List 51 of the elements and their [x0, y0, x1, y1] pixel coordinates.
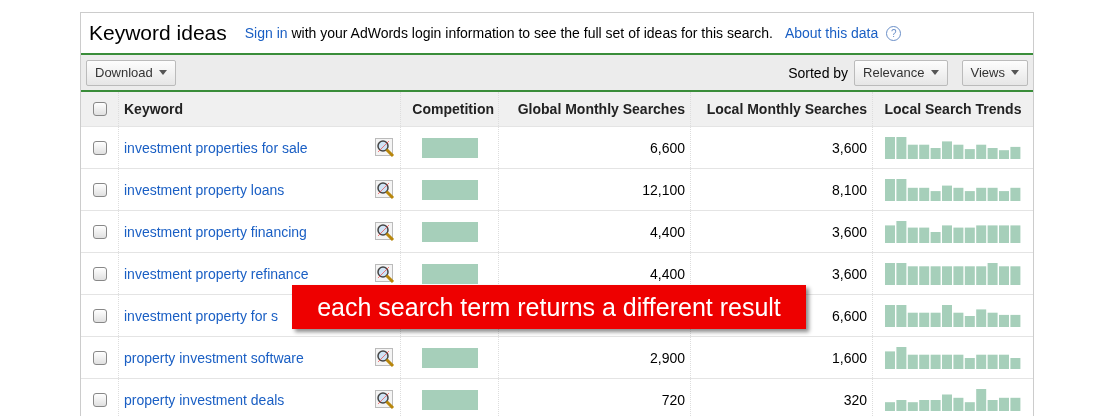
table-cell: 1,600 — [831, 349, 867, 366]
keyword-link[interactable]: investment property loans — [124, 181, 285, 198]
select-all-checkbox[interactable] — [92, 102, 107, 116]
table-cell: 4,400 — [649, 223, 685, 240]
search-preview-icon[interactable] — [374, 389, 395, 410]
keyword-link[interactable]: investment property refinance — [124, 265, 309, 282]
table-cell: 12,100 — [642, 181, 685, 198]
keyword-link[interactable]: property investment deals — [124, 391, 285, 408]
table-cell: 3,600 — [831, 265, 867, 282]
sign-in-message: Sign in with your AdWords login information to see the full set of ideas for this search. — [244, 25, 773, 41]
table-cell: 3,600 — [831, 139, 867, 156]
row-checkbox[interactable] — [92, 182, 107, 197]
sorted-by-label: Sorted by — [788, 64, 849, 81]
callout-banner: each search term returns a different result — [292, 285, 806, 329]
row-checkbox[interactable] — [92, 350, 107, 365]
about-data-link[interactable]: About this data — [784, 25, 879, 41]
row-checkbox[interactable] — [92, 140, 107, 155]
table-cell: 320 — [843, 391, 867, 408]
caret-icon — [158, 70, 167, 75]
column-header[interactable]: Competition — [412, 101, 494, 117]
views-button[interactable]: Views — [961, 59, 1028, 86]
table-cell: 6,600 — [649, 139, 685, 156]
caret-icon — [1011, 70, 1019, 75]
table-cell: 3,600 — [831, 223, 867, 240]
search-preview-icon[interactable] — [374, 221, 395, 242]
row-checkbox[interactable] — [92, 392, 107, 407]
table-cell: 8,100 — [831, 181, 867, 198]
table-cell: 6,600 — [831, 307, 867, 324]
download-button[interactable]: Download — [86, 59, 176, 86]
caret-icon — [930, 70, 939, 75]
sign-in-link[interactable]: Sign in — [244, 25, 288, 41]
column-header[interactable]: Local Monthly Searches — [706, 101, 867, 117]
column-header[interactable]: Global Monthly Searches — [517, 101, 685, 117]
search-preview-icon[interactable] — [374, 347, 395, 368]
keyword-link[interactable]: investment property financing — [124, 223, 307, 240]
search-preview-icon[interactable] — [374, 263, 395, 284]
table-cell: 4,400 — [649, 265, 685, 282]
table-cell: 720 — [661, 391, 685, 408]
row-checkbox[interactable] — [92, 308, 107, 323]
row-checkbox[interactable] — [92, 266, 107, 281]
column-header[interactable]: Keyword — [124, 101, 184, 117]
panel-title: Keyword ideas — [89, 21, 227, 45]
keyword-link[interactable]: property investment software — [124, 349, 304, 366]
table-cell: 2,900 — [649, 349, 685, 366]
row-checkbox[interactable] — [92, 224, 107, 239]
search-preview-icon[interactable] — [374, 179, 395, 200]
column-header[interactable]: Local Search Trends — [884, 101, 1022, 117]
keyword-link[interactable]: investment property for s — [124, 307, 279, 324]
search-preview-icon[interactable] — [374, 137, 395, 158]
keyword-link[interactable]: investment properties for sale — [124, 139, 308, 156]
sort-dropdown[interactable]: Relevance — [854, 59, 948, 86]
